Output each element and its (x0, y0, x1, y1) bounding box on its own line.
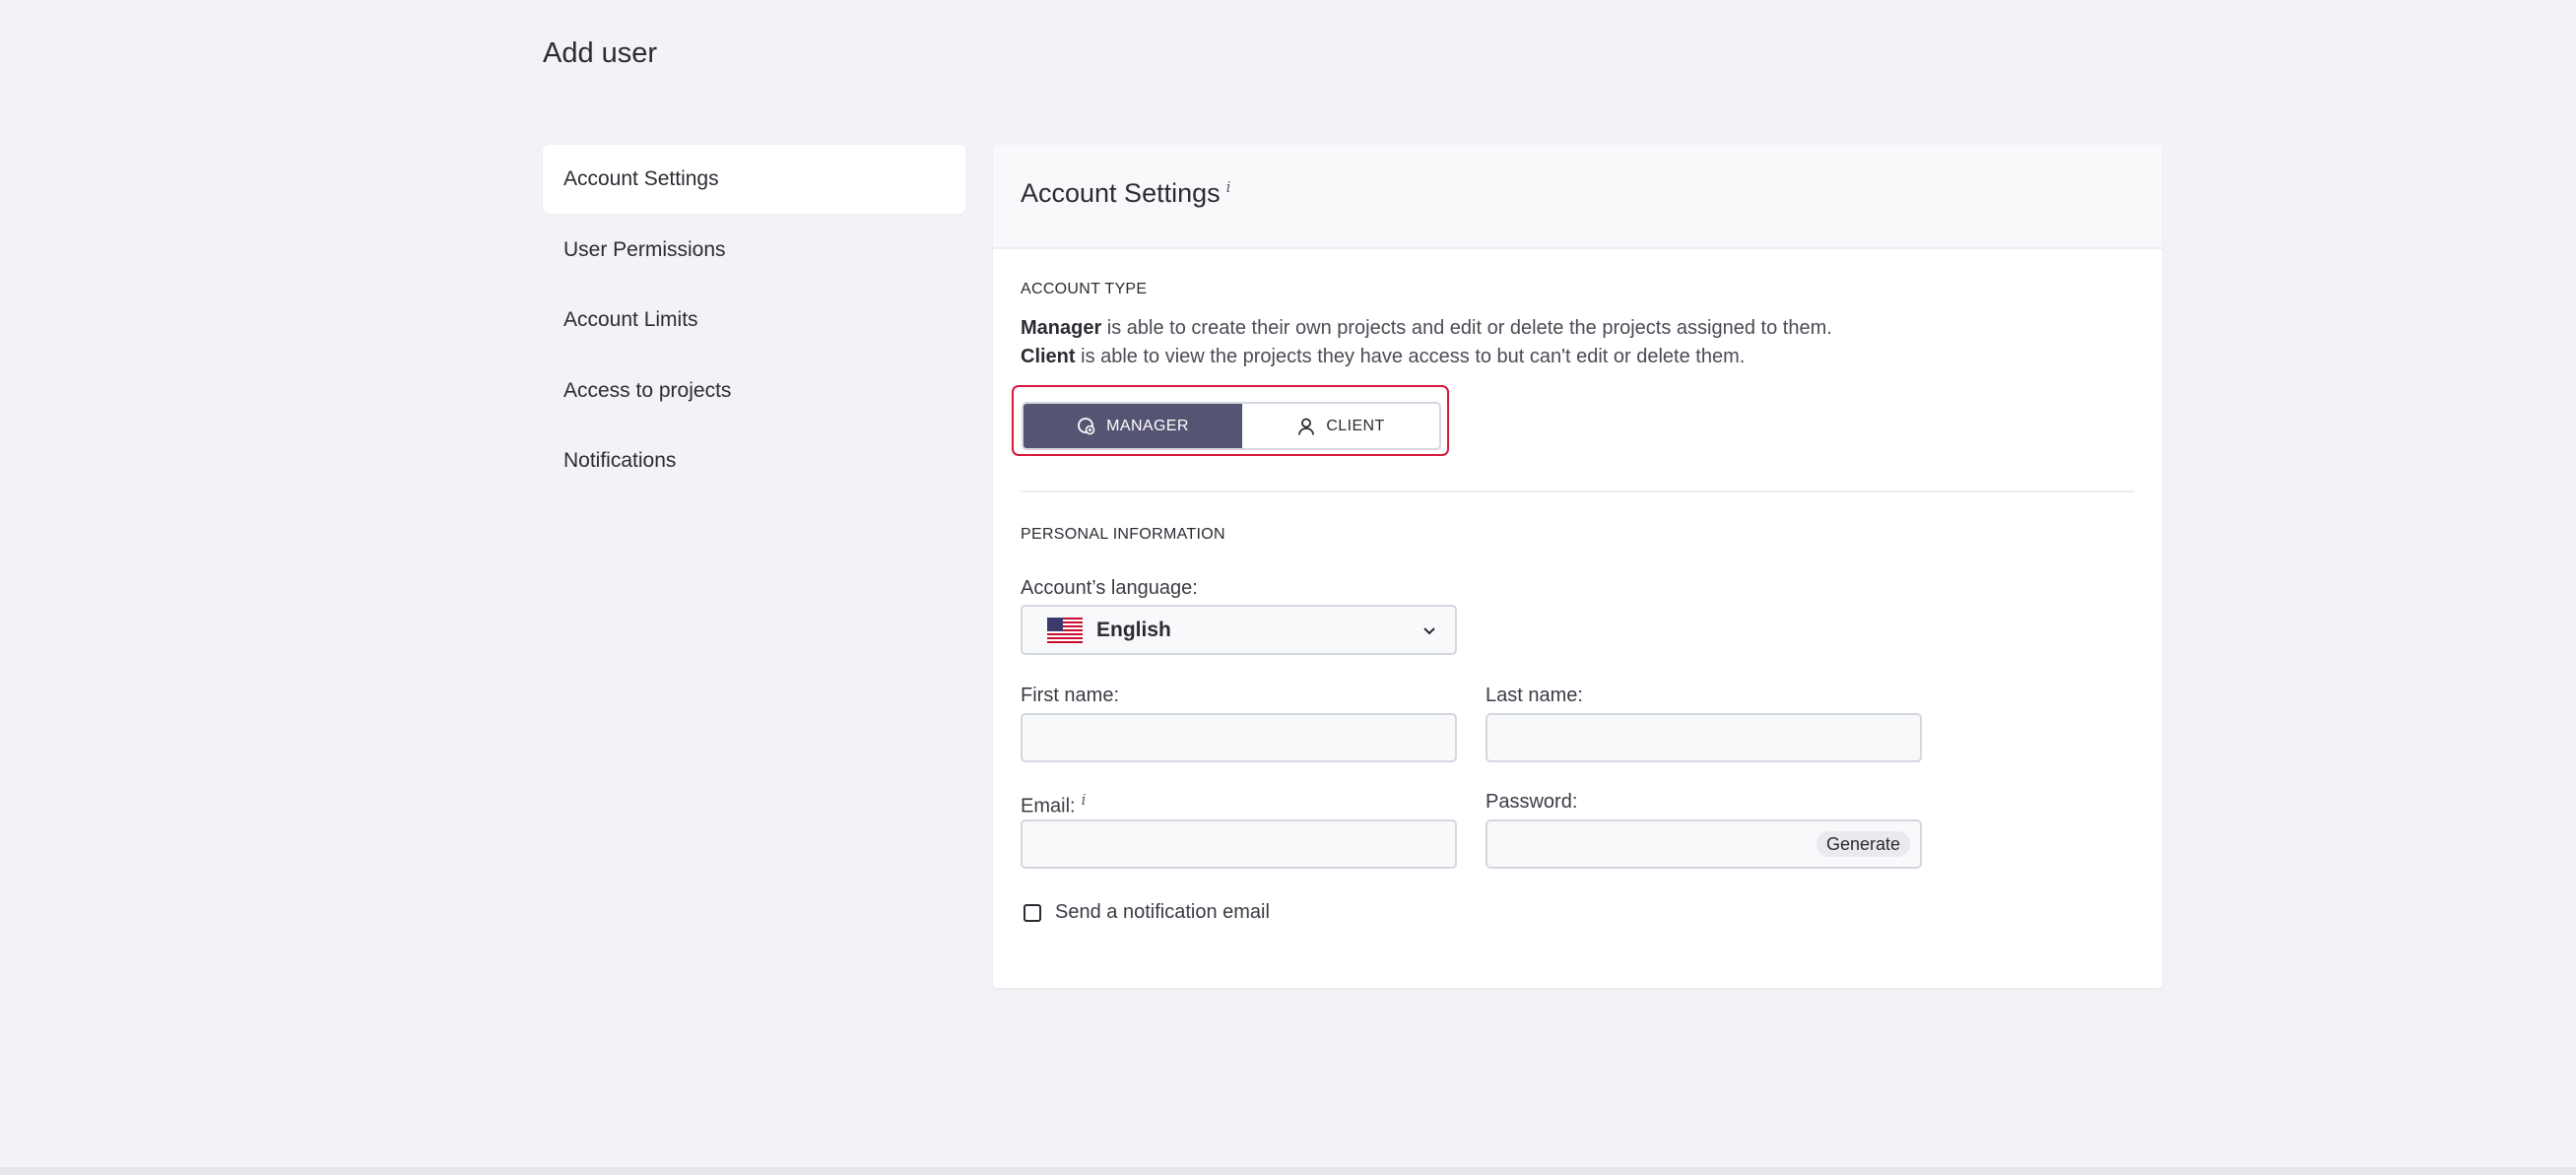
client-option-button[interactable]: CLIENT (1242, 404, 1439, 448)
manager-term: Manager (1021, 317, 1102, 339)
email-info-icon[interactable]: i (1082, 791, 1087, 809)
manager-description: Manager is able to create their own proj… (1021, 314, 1832, 343)
sidebar-item-user-permissions[interactable]: User Permissions (543, 216, 965, 285)
sidebar-item-account-limits[interactable]: Account Limits (543, 286, 965, 355)
language-value: English (1096, 618, 1171, 641)
sidebar-item-account-settings[interactable]: Account Settings (543, 145, 965, 214)
notification-email-option[interactable]: Send a notification email (1024, 901, 1270, 924)
panel-title: Account Settings i (1021, 178, 1230, 209)
password-input[interactable]: Generate (1486, 819, 1922, 869)
account-type-label: ACCOUNT TYPE (1021, 281, 1148, 297)
first-name-input[interactable] (1021, 713, 1457, 762)
client-term: Client (1021, 346, 1076, 367)
language-select[interactable]: English (1021, 605, 1457, 655)
last-name-label: Last name: (1486, 685, 1583, 706)
account-type-highlight: MANAGER CLIENT (1012, 385, 1449, 456)
last-name-input[interactable] (1486, 713, 1922, 762)
account-settings-panel: Account Settings i ACCOUNT TYPE Manager i… (993, 145, 2162, 988)
email-label-row: Email: i (1021, 791, 1086, 818)
sidebar-item-notifications[interactable]: Notifications (543, 426, 965, 495)
info-icon[interactable]: i (1226, 178, 1231, 196)
generate-password-button[interactable]: Generate (1816, 831, 1910, 857)
page-title: Add user (543, 37, 658, 69)
page-bottom-edge (0, 1167, 2576, 1175)
sidebar: Account Settings User Permissions Accoun… (543, 145, 965, 497)
manager-icon (1078, 417, 1095, 434)
section-divider (1021, 490, 2134, 492)
sidebar-item-access-to-projects[interactable]: Access to projects (543, 357, 965, 425)
client-option-label: CLIENT (1326, 417, 1385, 434)
panel-title-text: Account Settings (1021, 178, 1221, 208)
client-description: Client is able to view the projects they… (1021, 343, 1745, 371)
manager-desc-text: is able to create their own projects and… (1101, 317, 1832, 339)
email-input[interactable] (1021, 819, 1457, 869)
personal-information-label: PERSONAL INFORMATION (1021, 526, 1225, 543)
language-label: Account’s language: (1021, 577, 1198, 599)
first-name-label: First name: (1021, 685, 1120, 706)
email-label: Email: (1021, 795, 1076, 817)
password-label: Password: (1486, 791, 1578, 813)
notification-email-label: Send a notification email (1055, 901, 1270, 923)
us-flag-icon (1047, 617, 1083, 643)
client-desc-text: is able to view the projects they have a… (1075, 346, 1746, 367)
user-icon (1298, 418, 1315, 435)
panel-header: Account Settings i (993, 145, 2162, 249)
account-type-toggle: MANAGER CLIENT (1022, 402, 1441, 450)
notification-email-checkbox[interactable] (1024, 903, 1041, 922)
manager-option-button[interactable]: MANAGER (1024, 404, 1242, 448)
chevron-down-icon (1423, 627, 1435, 635)
manager-option-label: MANAGER (1106, 417, 1189, 434)
